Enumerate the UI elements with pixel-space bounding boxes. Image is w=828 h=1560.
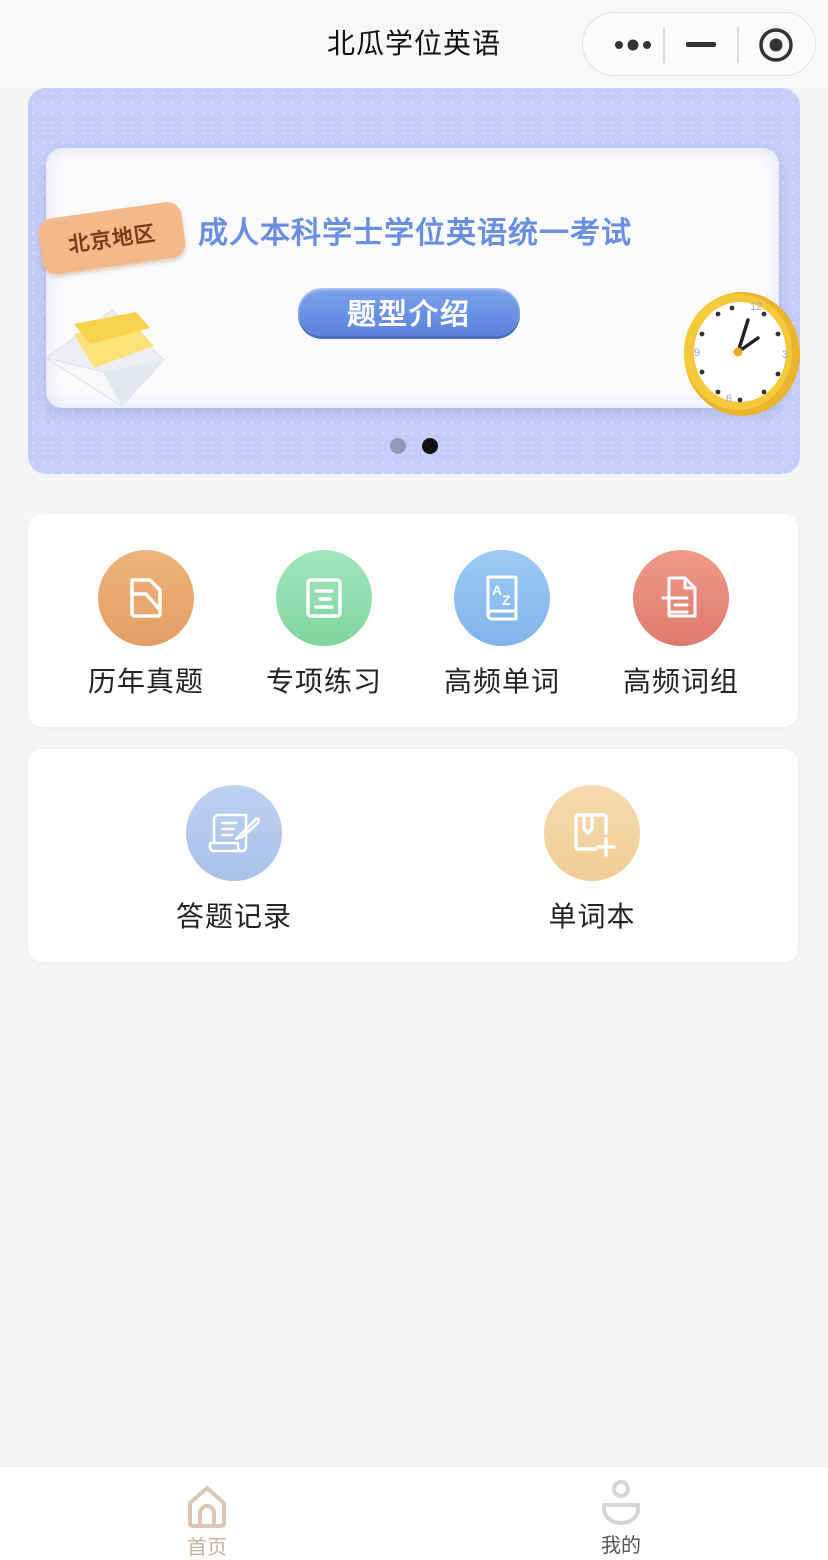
banner-headline: 成人本科学士学位英语统一考试 xyxy=(198,216,632,251)
tab-home[interactable]: 首页 xyxy=(147,1467,267,1560)
feature-frequent-words[interactable]: A Z 高频单词 xyxy=(442,514,562,727)
close-button[interactable] xyxy=(739,13,813,77)
az-book-icon: A Z xyxy=(454,550,550,646)
feature-frequent-phrases[interactable]: 高频词组 xyxy=(621,514,741,727)
feature-label: 高频词组 xyxy=(622,665,739,698)
tab-mine[interactable]: 我的 xyxy=(561,1467,681,1560)
minimize-icon xyxy=(686,42,716,47)
person-icon xyxy=(602,1480,640,1525)
pagination-dot[interactable] xyxy=(390,438,406,454)
minimize-button[interactable] xyxy=(665,13,737,77)
carousel-pagination xyxy=(28,438,800,454)
svg-text:A: A xyxy=(492,582,502,598)
banner-cta-button[interactable]: 题型介绍 xyxy=(298,288,520,336)
tab-bar: 首页 我的 xyxy=(0,1466,828,1560)
feature-wordbook[interactable]: 单词本 xyxy=(532,749,652,962)
more-dots-icon xyxy=(615,39,651,51)
folder-doc-icon xyxy=(98,550,194,646)
feature-label: 专项练习 xyxy=(265,665,382,698)
bookmark-plus-icon xyxy=(544,785,640,881)
nav-bar: 北瓜学位英语 xyxy=(0,0,828,88)
main-features-card: 历年真题 专项练习 A Z 高频单词 高频词组 xyxy=(28,514,798,727)
svg-text:9: 9 xyxy=(694,347,700,359)
svg-text:Z: Z xyxy=(502,592,511,608)
more-button[interactable] xyxy=(593,13,673,77)
feature-special-practice[interactable]: 专项练习 xyxy=(264,514,384,727)
feature-label: 历年真题 xyxy=(87,665,204,698)
capsule-menu xyxy=(582,12,816,76)
feature-past-exams[interactable]: 历年真题 xyxy=(86,514,206,727)
svg-text:6: 6 xyxy=(726,393,732,405)
feature-label: 答题记录 xyxy=(175,900,292,933)
list-doc-icon xyxy=(276,550,372,646)
feature-answer-history[interactable]: 答题记录 xyxy=(174,749,294,962)
doc-lines-icon xyxy=(633,550,729,646)
feature-label: 高频单词 xyxy=(443,665,560,698)
pagination-dot-active[interactable] xyxy=(422,438,438,454)
secondary-features-card: 答题记录 单词本 xyxy=(28,749,798,962)
clock-icon: 12 3 6 9 xyxy=(684,292,800,416)
feature-label: 单词本 xyxy=(548,900,636,933)
envelope-icon xyxy=(45,309,165,408)
home-icon xyxy=(188,1486,226,1528)
target-circle-icon xyxy=(759,28,793,62)
scroll-quill-icon xyxy=(186,785,282,881)
banner-carousel[interactable]: 北京地区 成人本科学士学位英语统一考试 题型介绍 12 3 6 9 xyxy=(28,88,800,474)
tab-label: 我的 xyxy=(601,1533,641,1557)
svg-text:12: 12 xyxy=(750,301,762,313)
svg-text:3: 3 xyxy=(782,349,788,361)
tab-label: 首页 xyxy=(187,1535,227,1559)
